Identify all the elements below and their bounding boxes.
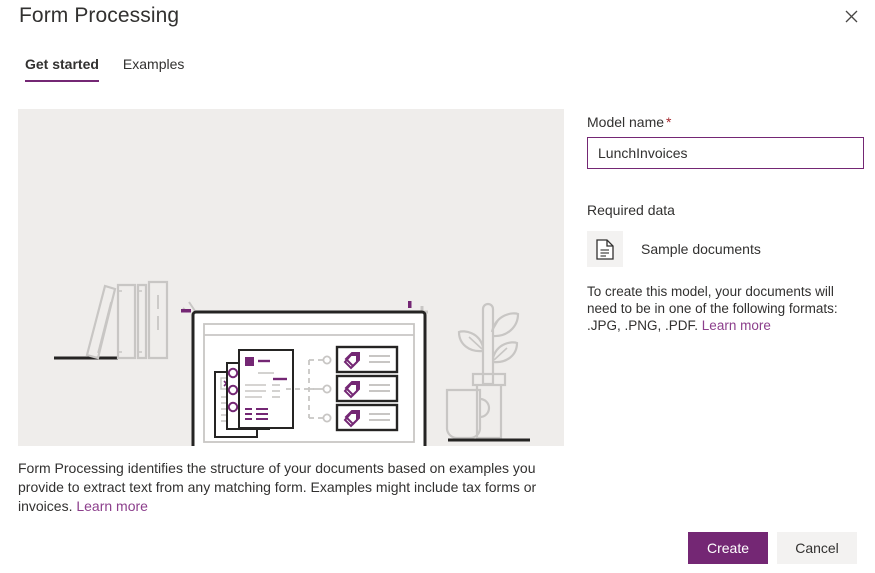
output-row-1 <box>335 345 399 374</box>
document-icon <box>587 231 623 267</box>
model-name-input[interactable] <box>587 137 864 169</box>
format-note: To create this model, your documents wil… <box>587 283 862 334</box>
close-icon <box>845 10 857 22</box>
form-processing-illustration <box>54 280 530 446</box>
model-form: Model name* Required data Sample documen… <box>587 114 864 334</box>
sample-documents-row[interactable]: Sample documents <box>587 231 864 267</box>
laptop-graphic <box>191 310 427 446</box>
model-name-label: Model name * <box>587 114 864 130</box>
cup-group <box>445 388 491 440</box>
illustration-panel <box>18 109 564 446</box>
page-title: Form Processing <box>19 4 180 27</box>
close-button[interactable] <box>831 0 871 32</box>
description-learn-more-link[interactable]: Learn more <box>76 498 148 514</box>
format-note-learn-more-link[interactable]: Learn more <box>702 318 771 333</box>
sample-documents-label: Sample documents <box>641 241 761 257</box>
required-data-heading: Required data <box>587 202 675 218</box>
tab-examples[interactable]: Examples <box>111 56 196 82</box>
footer-actions: Create Cancel <box>688 532 857 564</box>
cancel-button[interactable]: Cancel <box>777 532 857 564</box>
required-marker: * <box>666 114 672 130</box>
description-text: Form Processing identifies the structure… <box>18 459 558 516</box>
create-button[interactable]: Create <box>688 532 768 564</box>
output-row-3 <box>335 403 399 432</box>
output-row-2 <box>335 374 399 403</box>
sparkle-left-icon <box>181 301 196 313</box>
tab-get-started[interactable]: Get started <box>19 56 111 82</box>
model-name-label-text: Model name <box>587 114 665 130</box>
books-group <box>54 280 169 360</box>
tab-list: Get started Examples <box>19 56 196 82</box>
plant-group <box>457 302 520 440</box>
